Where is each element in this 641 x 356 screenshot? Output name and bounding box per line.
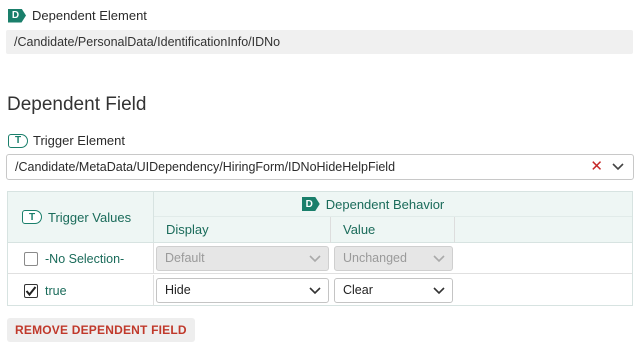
trigger-value-cell: true <box>8 275 154 306</box>
chevron-down-icon[interactable] <box>612 155 624 187</box>
chevron-down-icon[interactable] <box>433 279 445 310</box>
trigger-values-header-label: Trigger Values <box>48 209 132 225</box>
table-row: -No Selection- Default Unchanged <box>8 243 632 274</box>
checkbox-checked[interactable] <box>24 283 38 298</box>
checkbox[interactable] <box>24 251 38 266</box>
trigger-value-cell: -No Selection- <box>8 243 154 274</box>
trigger-values-header: T Trigger Values <box>8 192 154 243</box>
display-select: Default <box>156 246 329 271</box>
dependent-element-label-text: Dependent Element <box>32 8 147 23</box>
dependent-behavior-header: D Dependent Behavior <box>154 192 632 217</box>
display-column-header: Display <box>154 217 331 243</box>
trigger-value-label: true <box>45 283 67 298</box>
value-select: Unchanged <box>334 246 453 271</box>
trigger-element-label: T Trigger Element <box>8 133 125 148</box>
trigger-badge-icon: T <box>22 210 42 224</box>
remove-dependent-field-button[interactable]: REMOVE DEPENDENT FIELD <box>7 318 195 342</box>
dependent-badge-icon: D <box>301 197 320 211</box>
dependent-behavior-header-label: Dependent Behavior <box>325 196 445 212</box>
trigger-values-grid: T Trigger Values D Dependent Behavior Di… <box>7 191 633 306</box>
trigger-element-select[interactable]: /Candidate/MetaData/UIDependency/HiringF… <box>6 154 634 180</box>
value-select-value: Unchanged <box>343 251 407 265</box>
display-select[interactable]: Hide <box>156 278 329 303</box>
dependent-badge-icon: D <box>8 8 26 23</box>
value-column-header: Value <box>331 217 455 243</box>
chevron-down-icon[interactable] <box>309 279 321 310</box>
chevron-down-icon <box>433 247 445 278</box>
dependent-element-value: /Candidate/PersonalData/IdentificationIn… <box>6 30 633 54</box>
value-select[interactable]: Clear <box>334 278 453 303</box>
header-filler <box>455 217 632 243</box>
display-select-value: Default <box>165 251 205 265</box>
checkmark-icon <box>25 285 37 296</box>
display-select-value: Hide <box>165 283 191 297</box>
dependent-element-label: D Dependent Element <box>8 8 147 23</box>
trigger-value-label: -No Selection- <box>45 251 125 266</box>
value-select-value: Clear <box>343 283 373 297</box>
close-icon[interactable]: ✕ <box>590 155 603 179</box>
trigger-badge-icon: T <box>8 133 28 148</box>
trigger-element-label-text: Trigger Element <box>33 133 125 148</box>
dependent-field-title: Dependent Field <box>7 94 147 115</box>
chevron-down-icon <box>309 247 321 278</box>
trigger-element-value: /Candidate/MetaData/UIDependency/HiringF… <box>15 160 396 174</box>
table-row: true Hide Clear <box>8 275 632 306</box>
